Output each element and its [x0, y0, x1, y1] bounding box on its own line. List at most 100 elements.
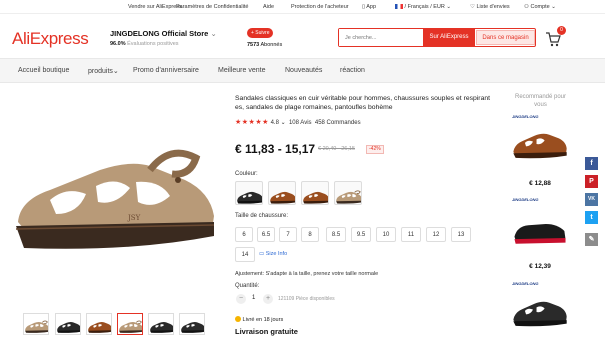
- nav-best-sellers[interactable]: Meilleure vente: [218, 67, 265, 74]
- rating-value: 4.8: [270, 120, 279, 126]
- quantity-value[interactable]: 1: [252, 295, 255, 301]
- france-flag-icon: [395, 4, 403, 9]
- aliexpress-logo[interactable]: AliExpress: [12, 29, 89, 49]
- size-info-link[interactable]: ▭ Size Info: [259, 251, 287, 257]
- search-store-button[interactable]: Dans ce magasin: [476, 30, 535, 45]
- phone-icon: ▯: [362, 4, 366, 10]
- nav-feedback[interactable]: réaction: [340, 67, 365, 74]
- original-price: € 20,40 - 26,15: [318, 146, 356, 152]
- product-thumbnail[interactable]: [23, 313, 49, 335]
- quantity-available: 121109 Pièce disponibles: [278, 296, 335, 302]
- locale-label: / Français / EUR: [404, 4, 445, 10]
- product-title: Sandales classiques en cuir véritable po…: [235, 95, 491, 111]
- size-option[interactable]: 9.5: [351, 227, 371, 242]
- follow-button[interactable]: + Suivre: [247, 28, 274, 38]
- rating-summary: ★★★★★ 4.8 ⌄ 108 Avis 458 Commandes: [235, 118, 361, 126]
- chevron-down-icon: ⌄: [551, 4, 556, 10]
- account-link[interactable]: ⚇ Compte ⌄: [524, 4, 556, 10]
- delivery-icon: [235, 316, 241, 322]
- recommended-item[interactable]: JINGDELONG € 12,88: [508, 114, 572, 188]
- nav-new-arrivals[interactable]: Nouveautés: [285, 67, 322, 74]
- store-positive-feedback: 96.0% Évaluations positives: [110, 41, 179, 47]
- size-option[interactable]: 7: [279, 227, 297, 242]
- pinterest-icon[interactable]: P: [585, 175, 598, 188]
- color-option-image: [335, 182, 362, 205]
- cart-count-badge: 0: [557, 26, 566, 35]
- twitter-icon[interactable]: t: [585, 211, 598, 224]
- privacy-settings-link[interactable]: Paramètres de Confidentialité: [176, 4, 248, 10]
- store-name[interactable]: JINGDELONG Official Store ⌄: [110, 29, 217, 38]
- quantity-decrease-button[interactable]: −: [236, 294, 246, 304]
- recommended-item-price: € 12,39: [529, 263, 551, 270]
- nav-products-label: produits: [88, 68, 113, 75]
- edit-icon[interactable]: ✎: [585, 233, 598, 246]
- recommended-item[interactable]: JINGDELONG € 12,39: [508, 197, 572, 271]
- vk-icon[interactable]: VK: [585, 193, 598, 206]
- delivery-estimate: Livré en 18 jours: [235, 316, 283, 323]
- wishlist-label: Liste d'envies: [476, 4, 510, 10]
- size-option[interactable]: 13: [451, 227, 471, 242]
- chevron-down-icon: ⌄: [446, 4, 452, 10]
- nav-anniversary-promo[interactable]: Promo d'anniversaire: [133, 67, 199, 74]
- color-option[interactable]: [334, 181, 362, 205]
- size-option[interactable]: 8.5: [326, 227, 346, 242]
- product-thumbnail[interactable]: [55, 313, 81, 335]
- wishlist-link[interactable]: ♡ Liste d'envies: [470, 4, 510, 10]
- recommended-title: Recommandé pour vous: [514, 94, 567, 108]
- search-input[interactable]: [339, 29, 421, 46]
- help-link[interactable]: Aide: [263, 4, 274, 10]
- size-option[interactable]: 6.5: [257, 227, 275, 242]
- color-option[interactable]: [235, 181, 263, 205]
- size-option[interactable]: 14: [235, 247, 255, 262]
- account-label: Compte: [530, 4, 550, 10]
- size-option[interactable]: 8: [301, 227, 319, 242]
- chevron-down-icon: ⌄: [210, 29, 217, 38]
- search-bar: Sur AliExpress Dans ce magasin: [338, 28, 536, 47]
- size-option[interactable]: 11: [401, 227, 421, 242]
- free-shipping-label: Livraison gratuite: [235, 327, 298, 336]
- color-option-image: [302, 182, 329, 205]
- size-option[interactable]: 10: [376, 227, 396, 242]
- product-thumbnail[interactable]: [86, 313, 112, 335]
- facebook-icon[interactable]: f: [585, 157, 598, 170]
- app-label: App: [366, 4, 377, 10]
- chevron-down-icon: ⌄: [280, 120, 286, 126]
- brand-logo: JINGDELONG: [512, 281, 539, 286]
- followers-value: 7573: [247, 42, 260, 48]
- brand-logo: JINGDELONG: [512, 197, 539, 202]
- size-option[interactable]: 6: [235, 227, 253, 242]
- recommended-item-price: € 12,88: [529, 180, 551, 187]
- color-option[interactable]: [268, 181, 296, 205]
- svg-text:JSY: JSY: [127, 214, 141, 222]
- user-icon: ⚇: [524, 4, 529, 10]
- product-thumbnail-image: [56, 314, 81, 335]
- product-thumbnail[interactable]: [179, 313, 205, 335]
- search-aliexpress-button[interactable]: Sur AliExpress: [423, 29, 475, 46]
- color-option-image: [236, 182, 263, 205]
- recommended-item-image: [511, 287, 569, 337]
- followers-text: Abonnés: [260, 42, 283, 48]
- reviews-count[interactable]: 108 Avis: [289, 120, 312, 126]
- product-thumbnail[interactable]: [148, 313, 174, 335]
- followers-count: 7573 Abonnés: [247, 42, 282, 48]
- size-option[interactable]: 12: [426, 227, 446, 242]
- locale-selector[interactable]: / Français / EUR ⌄: [395, 4, 451, 10]
- product-thumbnail-image: [149, 314, 174, 335]
- size-info-label: Size Info: [265, 251, 288, 257]
- positive-text: Évaluations positives: [127, 41, 179, 47]
- main-product-image[interactable]: JSY: [10, 130, 220, 260]
- nav-store-home[interactable]: Accueil boutique: [18, 67, 69, 74]
- buyer-protection-link[interactable]: Protection de l'acheteur: [291, 4, 349, 10]
- color-label: Couleur:: [235, 171, 258, 177]
- recommended-item[interactable]: JINGDELONG: [508, 281, 572, 339]
- product-thumbnail-image: [87, 314, 112, 335]
- product-thumbnail-selected[interactable]: [117, 313, 143, 335]
- orders-count: 458 Commandes: [314, 120, 361, 126]
- app-link[interactable]: ▯ App: [362, 4, 376, 10]
- sell-on-aliexpress-link[interactable]: Vendre sur AliExpress: [128, 4, 182, 10]
- quantity-increase-button[interactable]: +: [263, 294, 273, 304]
- top-utility-bar: Vendre sur AliExpress Paramètres de Conf…: [0, 0, 605, 14]
- nav-products[interactable]: produits⌄: [88, 67, 119, 75]
- delivery-text: Livré en 18 jours: [242, 317, 284, 323]
- color-option[interactable]: [301, 181, 329, 205]
